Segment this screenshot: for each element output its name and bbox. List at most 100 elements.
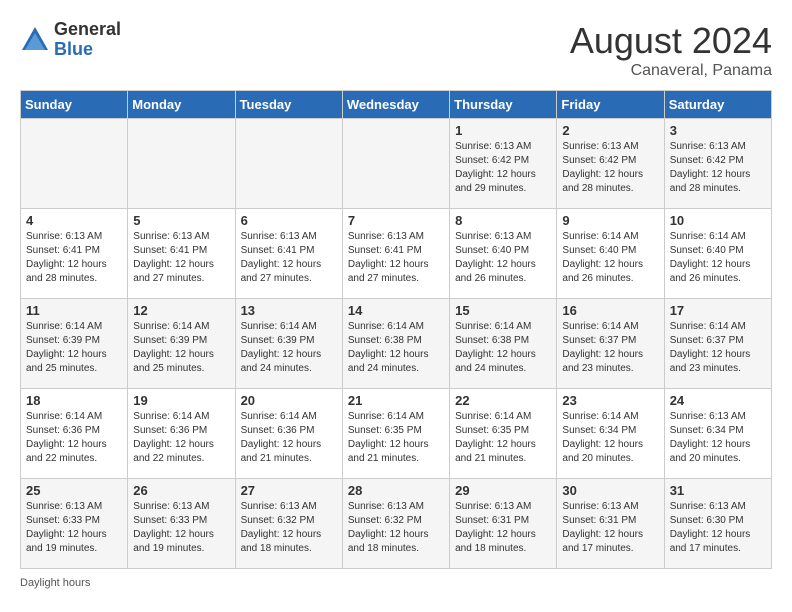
day-info: Sunrise: 6:14 AM Sunset: 6:39 PM Dayligh… <box>241 320 337 376</box>
calendar-cell: 23 Sunrise: 6:14 AM Sunset: 6:34 PM Dayli… <box>557 389 664 479</box>
calendar-table: SundayMondayTuesdayWednesdayThursdayFrid… <box>20 90 772 569</box>
day-number: 29 <box>455 483 551 498</box>
day-number: 25 <box>26 483 122 498</box>
calendar-cell: 14 Sunrise: 6:14 AM Sunset: 6:38 PM Dayli… <box>342 299 449 389</box>
day-header-tuesday: Tuesday <box>235 91 342 119</box>
day-info: Sunrise: 6:13 AM Sunset: 6:41 PM Dayligh… <box>26 230 122 286</box>
day-info: Sunrise: 6:14 AM Sunset: 6:40 PM Dayligh… <box>670 230 766 286</box>
calendar-cell: 6 Sunrise: 6:13 AM Sunset: 6:41 PM Daylig… <box>235 209 342 299</box>
day-info: Sunrise: 6:14 AM Sunset: 6:36 PM Dayligh… <box>26 410 122 466</box>
calendar-cell: 21 Sunrise: 6:14 AM Sunset: 6:35 PM Dayli… <box>342 389 449 479</box>
calendar-cell: 12 Sunrise: 6:14 AM Sunset: 6:39 PM Dayli… <box>128 299 235 389</box>
day-number: 9 <box>562 213 658 228</box>
day-number: 5 <box>133 213 229 228</box>
day-info: Sunrise: 6:14 AM Sunset: 6:35 PM Dayligh… <box>348 410 444 466</box>
calendar-cell: 1 Sunrise: 6:13 AM Sunset: 6:42 PM Daylig… <box>450 119 557 209</box>
day-info: Sunrise: 6:14 AM Sunset: 6:37 PM Dayligh… <box>670 320 766 376</box>
day-number: 1 <box>455 123 551 138</box>
day-info: Sunrise: 6:14 AM Sunset: 6:39 PM Dayligh… <box>133 320 229 376</box>
day-number: 4 <box>26 213 122 228</box>
day-number: 10 <box>670 213 766 228</box>
calendar-cell: 8 Sunrise: 6:13 AM Sunset: 6:40 PM Daylig… <box>450 209 557 299</box>
calendar-cell: 24Sunrise: 6:13 AM Sunset: 6:34 PM Dayli… <box>664 389 771 479</box>
day-number: 13 <box>241 303 337 318</box>
day-number: 31 <box>670 483 766 498</box>
day-number: 28 <box>348 483 444 498</box>
day-number: 30 <box>562 483 658 498</box>
calendar-cell: 17 Sunrise: 6:14 AM Sunset: 6:37 PM Dayli… <box>664 299 771 389</box>
calendar-cell: 16 Sunrise: 6:14 AM Sunset: 6:37 PM Dayli… <box>557 299 664 389</box>
calendar-cell: 27Sunrise: 6:13 AM Sunset: 6:32 PM Dayli… <box>235 479 342 569</box>
title-block: August 2024 Canaveral, Panama <box>570 20 772 80</box>
day-number: 3 <box>670 123 766 138</box>
day-number: 22 <box>455 393 551 408</box>
calendar-cell <box>21 119 128 209</box>
day-number: 12 <box>133 303 229 318</box>
calendar-week-row: 4 Sunrise: 6:13 AM Sunset: 6:41 PM Daylig… <box>21 209 772 299</box>
day-number: 2 <box>562 123 658 138</box>
calendar-cell: 9 Sunrise: 6:14 AM Sunset: 6:40 PM Daylig… <box>557 209 664 299</box>
day-number: 26 <box>133 483 229 498</box>
calendar-week-row: 1 Sunrise: 6:13 AM Sunset: 6:42 PM Daylig… <box>21 119 772 209</box>
day-info: Sunrise: 6:14 AM Sunset: 6:36 PM Dayligh… <box>241 410 337 466</box>
calendar-cell: 4 Sunrise: 6:13 AM Sunset: 6:41 PM Daylig… <box>21 209 128 299</box>
location: Canaveral, Panama <box>570 62 772 80</box>
day-number: 21 <box>348 393 444 408</box>
logo-blue: Blue <box>54 40 121 60</box>
day-number: 18 <box>26 393 122 408</box>
day-number: 20 <box>241 393 337 408</box>
calendar-cell: 25Sunrise: 6:13 AM Sunset: 6:33 PM Dayli… <box>21 479 128 569</box>
day-info: Sunrise: 6:14 AM Sunset: 6:40 PM Dayligh… <box>562 230 658 286</box>
day-header-thursday: Thursday <box>450 91 557 119</box>
day-info: Sunrise: 6:13 AM Sunset: 6:41 PM Dayligh… <box>348 230 444 286</box>
day-number: 11 <box>26 303 122 318</box>
day-number: 6 <box>241 213 337 228</box>
day-info: Sunrise: 6:13 AM Sunset: 6:40 PM Dayligh… <box>455 230 551 286</box>
day-number: 14 <box>348 303 444 318</box>
day-info: Sunrise: 6:13 AM Sunset: 6:42 PM Dayligh… <box>562 140 658 196</box>
calendar-cell: 31Sunrise: 6:13 AM Sunset: 6:30 PM Dayli… <box>664 479 771 569</box>
calendar-cell <box>235 119 342 209</box>
day-number: 8 <box>455 213 551 228</box>
day-number: 16 <box>562 303 658 318</box>
calendar-cell: 11 Sunrise: 6:14 AM Sunset: 6:39 PM Dayli… <box>21 299 128 389</box>
day-header-saturday: Saturday <box>664 91 771 119</box>
day-info: Sunrise: 6:14 AM Sunset: 6:38 PM Dayligh… <box>455 320 551 376</box>
day-info: Sunrise: 6:13 AM Sunset: 6:33 PM Dayligh… <box>133 500 229 556</box>
calendar-cell: 26 Sunrise: 6:13 AM Sunset: 6:33 PM Dayli… <box>128 479 235 569</box>
calendar-cell: 15 Sunrise: 6:14 AM Sunset: 6:38 PM Dayli… <box>450 299 557 389</box>
calendar-week-row: 11 Sunrise: 6:14 AM Sunset: 6:39 PM Dayli… <box>21 299 772 389</box>
day-info: Sunrise: 6:14 AM Sunset: 6:37 PM Dayligh… <box>562 320 658 376</box>
page-header: General Blue August 2024 Canaveral, Pana… <box>20 20 772 80</box>
day-info: Sunrise: 6:13 AM Sunset: 6:42 PM Dayligh… <box>670 140 766 196</box>
day-number: 23 <box>562 393 658 408</box>
day-info: Sunrise: 6:14 AM Sunset: 6:39 PM Dayligh… <box>26 320 122 376</box>
day-number: 17 <box>670 303 766 318</box>
calendar-cell <box>128 119 235 209</box>
day-info: Sunrise: 6:14 AM Sunset: 6:34 PM Dayligh… <box>562 410 658 466</box>
day-info: Sunrise: 6:13 AM Sunset: 6:41 PM Dayligh… <box>133 230 229 286</box>
day-info: Sunrise: 6:13 AM Sunset: 6:31 PM Dayligh… <box>562 500 658 556</box>
day-info: Sunrise: 6:13 AM Sunset: 6:34 PM Dayligh… <box>670 410 766 466</box>
logo-general: General <box>54 20 121 40</box>
logo: General Blue <box>20 20 121 60</box>
calendar-cell: 30 Sunrise: 6:13 AM Sunset: 6:31 PM Dayli… <box>557 479 664 569</box>
day-info: Sunrise: 6:13 AM Sunset: 6:32 PM Dayligh… <box>348 500 444 556</box>
calendar-cell: 20 Sunrise: 6:14 AM Sunset: 6:36 PM Dayli… <box>235 389 342 479</box>
day-number: 15 <box>455 303 551 318</box>
calendar-cell: 5 Sunrise: 6:13 AM Sunset: 6:41 PM Daylig… <box>128 209 235 299</box>
day-info: Sunrise: 6:14 AM Sunset: 6:38 PM Dayligh… <box>348 320 444 376</box>
day-info: Sunrise: 6:14 AM Sunset: 6:36 PM Dayligh… <box>133 410 229 466</box>
calendar-cell: 10 Sunrise: 6:14 AM Sunset: 6:40 PM Dayli… <box>664 209 771 299</box>
day-info: Sunrise: 6:13 AM Sunset: 6:41 PM Dayligh… <box>241 230 337 286</box>
day-info: Sunrise: 6:13 AM Sunset: 6:32 PM Dayligh… <box>241 500 337 556</box>
calendar-cell: 22Sunrise: 6:14 AM Sunset: 6:35 PM Dayli… <box>450 389 557 479</box>
logo-text: General Blue <box>54 20 121 60</box>
days-header-row: SundayMondayTuesdayWednesdayThursdayFrid… <box>21 91 772 119</box>
calendar-cell: 7Sunrise: 6:13 AM Sunset: 6:41 PM Daylig… <box>342 209 449 299</box>
calendar-cell: 2 Sunrise: 6:13 AM Sunset: 6:42 PM Daylig… <box>557 119 664 209</box>
daylight-label: Daylight hours <box>20 577 90 589</box>
day-info: Sunrise: 6:13 AM Sunset: 6:42 PM Dayligh… <box>455 140 551 196</box>
day-header-sunday: Sunday <box>21 91 128 119</box>
day-header-wednesday: Wednesday <box>342 91 449 119</box>
